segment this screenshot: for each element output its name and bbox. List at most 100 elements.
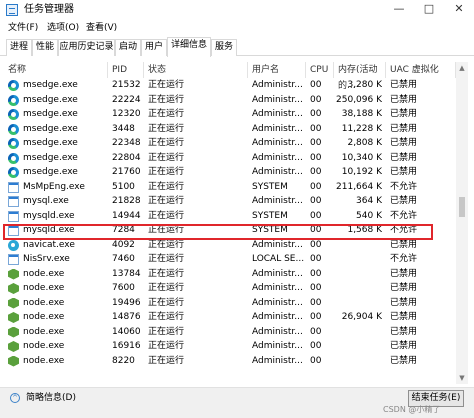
edge-app-icon	[8, 94, 19, 106]
process-memory: 211,664 K	[336, 181, 382, 192]
process-pid: 14876	[112, 312, 141, 322]
process-status: 正在运行	[148, 355, 185, 366]
process-pid: 7460	[112, 254, 135, 264]
menu-view[interactable]: 查看(V)	[86, 23, 117, 34]
process-user: Administr...	[252, 167, 303, 177]
maximize-button[interactable]: □	[414, 0, 444, 20]
process-status: 正在运行	[148, 341, 185, 351]
table-row[interactable]: MsMpEng.exe 5100 正在运行 SYSTEM 00 211,664 K 不允许	[4, 180, 456, 195]
tab-processes[interactable]: 进程	[6, 39, 32, 56]
table-row[interactable]: msedge.exe 3448 正在运行 Administr... 00 11,228 K…	[4, 122, 456, 137]
process-status: 正在运行	[148, 210, 185, 221]
column-header-user[interactable]: 用户名	[248, 62, 306, 78]
menu-file[interactable]: 文件(F)	[8, 23, 38, 34]
column-header-name[interactable]: ^ 名称	[4, 62, 108, 78]
process-pid: 21760	[112, 167, 141, 177]
process-uac: 已禁用	[390, 341, 418, 351]
process-cpu: 00	[310, 181, 322, 192]
process-name: node.exe	[23, 297, 65, 308]
table-header: ^ 名称 PID 状态 用户名 CPU 内存(活动的... UAC 虚拟化	[4, 62, 456, 91]
task-manager-icon	[6, 4, 18, 16]
process-name: msedge.exe	[23, 152, 78, 163]
table-row[interactable]: node.exe 14060 正在运行 Administr... 00 已禁用	[4, 325, 456, 340]
column-header-cpu[interactable]: CPU	[306, 62, 334, 78]
scroll-thumb[interactable]	[459, 197, 465, 217]
process-name: node.exe	[23, 355, 65, 366]
table-row[interactable]: mysql.exe 21828 正在运行 Administr... 00 364 K 已禁用	[4, 194, 456, 209]
process-memory	[334, 354, 382, 369]
column-header-pid[interactable]: PID	[108, 62, 144, 78]
table-row[interactable]: node.exe 19496 正在运行 Administr... 00 已禁用	[4, 296, 456, 311]
table-row[interactable]: node.exe 16916 正在运行 Administr... 00 已禁用	[4, 339, 456, 354]
process-user: SYSTEM	[252, 210, 288, 221]
process-uac: 已禁用	[390, 196, 418, 206]
table-row[interactable]: node.exe 8220 正在运行 Administr... 00 已禁用	[4, 354, 456, 369]
process-status: 正在运行	[148, 297, 185, 308]
column-header-memory[interactable]: 内存(活动的...	[334, 62, 386, 91]
process-pid: 7600	[112, 283, 135, 293]
scroll-down-arrow-icon[interactable]: ▼	[456, 372, 468, 384]
process-cpu: 00	[310, 210, 322, 221]
column-header-uac[interactable]: UAC 虚拟化	[386, 62, 456, 78]
close-button[interactable]: ✕	[444, 0, 474, 20]
table-row[interactable]: node.exe 14876 正在运行 Administr... 00 26,904 K 已…	[4, 310, 456, 325]
process-uac: 已禁用	[390, 326, 418, 337]
process-status: 正在运行	[148, 138, 185, 148]
process-user: Administr...	[252, 123, 303, 134]
tab-bar: 进程 性能 应用历史记录 启动 用户 详细信息 服务	[0, 37, 474, 57]
process-name: mysql.exe	[23, 196, 69, 206]
watermark: CSDN @小精了	[383, 405, 441, 414]
node-app-icon	[8, 297, 19, 309]
tab-startup[interactable]: 启动	[115, 39, 141, 56]
table-row[interactable]: msedge.exe 21760 正在运行 Administr... 00 10,192 …	[4, 165, 456, 180]
win-app-icon	[8, 196, 19, 207]
win-app-icon	[8, 181, 19, 193]
edge-app-icon	[8, 109, 19, 120]
selection-highlight-box	[3, 224, 433, 240]
process-name: msedge.exe	[23, 80, 78, 90]
process-cpu: 00	[310, 254, 322, 264]
minimize-button[interactable]: —	[384, 0, 414, 20]
win-app-icon	[8, 210, 19, 222]
tab-services[interactable]: 服务	[211, 39, 237, 56]
brief-details-link[interactable]: 简略信息(D)	[26, 392, 76, 404]
process-name: msedge.exe	[23, 123, 78, 134]
window-title: 任务管理器	[24, 4, 74, 15]
scroll-up-arrow-icon[interactable]: ▲	[456, 62, 468, 74]
process-status: 正在运行	[148, 152, 185, 163]
chevron-up-icon[interactable]: ^	[10, 393, 20, 403]
process-memory: 26,904 K	[341, 312, 382, 322]
table-row[interactable]: mysqld.exe 14944 正在运行 SYSTEM 00 540 K 不允许	[4, 209, 456, 224]
table-row[interactable]: msedge.exe 22348 正在运行 Administr... 00 2,808 K…	[4, 136, 456, 151]
table-row[interactable]: msedge.exe 22224 正在运行 Administr... 00 250,096…	[4, 93, 456, 108]
tab-app-history[interactable]: 应用历史记录	[58, 39, 115, 56]
tab-performance[interactable]: 性能	[32, 39, 58, 56]
process-uac: 已禁用	[390, 123, 418, 134]
table-row[interactable]: msedge.exe 22804 正在运行 Administr... 00 10,340 …	[4, 151, 456, 166]
navicat-app-icon	[8, 239, 19, 251]
table-row[interactable]: msedge.exe 21532 正在运行 Administr... 00 3,280 K…	[4, 78, 456, 93]
table-row[interactable]: NisSrv.exe 7460 正在运行 LOCAL SE... 00 不允许	[4, 252, 456, 267]
vertical-scrollbar[interactable]: ▲ ▼	[456, 62, 468, 384]
process-memory: 38,188 K	[341, 109, 382, 119]
table-row[interactable]: node.exe 7600 正在运行 Administr... 00 已禁用	[4, 281, 456, 296]
process-cpu: 00	[310, 341, 322, 351]
process-memory: 2,808 K	[347, 138, 382, 148]
process-name: msedge.exe	[23, 94, 78, 105]
table-row[interactable]: msedge.exe 12320 正在运行 Administr... 00 38,188 …	[4, 107, 456, 122]
process-memory	[334, 267, 382, 282]
column-header-status[interactable]: 状态	[144, 62, 248, 78]
sort-ascending-icon: ^	[12, 63, 18, 71]
table-row[interactable]: node.exe 13784 正在运行 Administr... 00 已禁用	[4, 267, 456, 282]
process-user: Administr...	[252, 152, 303, 163]
process-uac: 不允许	[390, 210, 418, 221]
process-user: Administr...	[252, 341, 303, 351]
process-pid: 22224	[112, 94, 141, 105]
menu-options[interactable]: 选项(O)	[47, 23, 79, 34]
process-memory	[334, 281, 382, 296]
process-cpu: 00	[310, 283, 322, 293]
process-memory: 3,280 K	[347, 80, 382, 90]
tab-details[interactable]: 详细信息	[167, 37, 211, 57]
tab-users[interactable]: 用户	[141, 39, 167, 56]
process-name: msedge.exe	[23, 109, 78, 119]
